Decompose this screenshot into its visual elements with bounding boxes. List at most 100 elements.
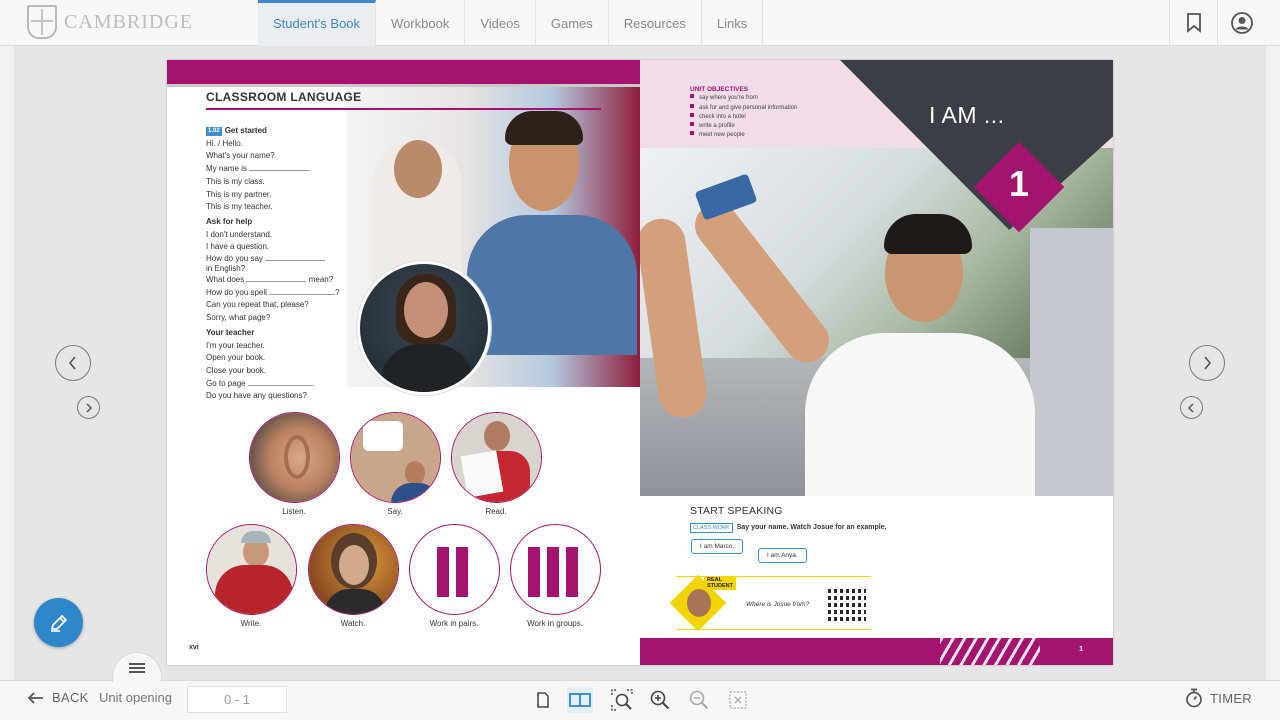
list-item: Hi. / Hello.: [206, 138, 243, 148]
zoom-area-icon: [611, 689, 633, 711]
previous-spread-small-button[interactable]: [1180, 396, 1203, 419]
user-account-button[interactable]: [1217, 0, 1265, 46]
list-item: How do you say in English?: [206, 254, 356, 274]
chevron-left-icon: [1187, 402, 1194, 413]
list-item: Go to page .: [206, 378, 315, 388]
chevron-right-icon: [1204, 356, 1212, 370]
tab-resources[interactable]: Resources: [609, 0, 702, 46]
read-photo-circle: [451, 412, 542, 503]
tab-links[interactable]: Links: [702, 0, 764, 46]
class-work-instruction: CLASS WORK Say your name. Watch Josue for…: [690, 523, 887, 533]
book-spread: CLASSROOM LANGUAGE 1.02 Get started Hi. /…: [167, 60, 1113, 665]
qr-code-icon[interactable]: [828, 586, 866, 624]
list-item: Open your book.: [206, 353, 266, 363]
tab-students-book[interactable]: Student's Book: [258, 0, 377, 46]
audio-track-icon[interactable]: 1.02: [206, 127, 222, 136]
list-item: What's your name?: [206, 151, 275, 161]
cambridge-logo[interactable]: CAMBRIDGE: [27, 5, 193, 39]
left-page: CLASSROOM LANGUAGE 1.02 Get started Hi. /…: [167, 60, 640, 665]
zoom-in-button[interactable]: [647, 687, 673, 713]
objective-item: ask for and give personal information: [690, 104, 797, 113]
single-page-view-button[interactable]: [530, 687, 556, 713]
page-number: 1: [1079, 646, 1083, 653]
top-bar: CAMBRIDGE Student's Book Workbook Videos…: [0, 0, 1280, 46]
activity-label: Say.: [387, 507, 403, 516]
bookmark-button[interactable]: [1169, 0, 1217, 46]
activity-label: Work in groups.: [527, 619, 583, 628]
blank-line: [247, 380, 312, 386]
blank-line: [265, 255, 326, 262]
work-in-pairs-circle: [409, 524, 500, 615]
activity-label: Watch.: [340, 619, 366, 628]
page-number: xvi: [189, 644, 199, 651]
fit-page-button[interactable]: [725, 687, 751, 713]
arrow-left-icon: [28, 691, 43, 704]
real-student-tag: REAL STUDENT: [704, 576, 736, 590]
speech-bubble: I am Marco.: [691, 539, 744, 554]
back-button[interactable]: BACK: [28, 690, 89, 705]
class-work-tag: CLASS WORK: [690, 523, 733, 533]
right-edge-strip: [1266, 46, 1280, 680]
section-heading: Your teacher: [206, 327, 255, 337]
blank-line: [269, 289, 336, 295]
list-item: I don't understand.: [206, 229, 273, 239]
double-page-icon: [569, 693, 591, 707]
start-speaking-heading: START SPEAKING: [690, 505, 783, 517]
list-item: My name is .: [206, 164, 312, 174]
list-item: Close your book.: [206, 365, 267, 375]
timer-label: TIMER: [1210, 690, 1252, 706]
person-icon: [437, 547, 449, 597]
footer-stripes: [940, 638, 1040, 665]
objectives-title: UNIT OBJECTIVES: [690, 86, 749, 93]
page-header-band: [167, 60, 640, 84]
unit-number: 1: [1008, 163, 1030, 204]
objective-item: say where you're from: [690, 94, 797, 103]
back-label: BACK: [52, 690, 89, 705]
pencil-icon: [50, 614, 67, 632]
page-number-input[interactable]: [187, 686, 287, 713]
unit-label: Unit opening: [99, 690, 172, 705]
single-page-icon: [537, 692, 549, 708]
list-item: I have a question.: [206, 242, 270, 252]
chevron-left-icon: [68, 356, 76, 370]
tab-workbook[interactable]: Workbook: [376, 0, 466, 46]
user-account-icon: [1230, 12, 1253, 34]
list-item: I'm your teacher.: [206, 340, 265, 350]
left-edge-strip: [0, 46, 14, 680]
objective-item: meet new people: [690, 131, 797, 140]
timer-button[interactable]: TIMER: [1185, 688, 1252, 708]
work-in-groups-circle: [510, 524, 601, 615]
hamburger-menu-icon: [129, 662, 145, 673]
objective-item: check into a hotel: [690, 113, 797, 122]
right-page: UNIT OBJECTIVES say where you're from as…: [640, 60, 1113, 665]
page-title: CLASSROOM LANGUAGE: [206, 90, 362, 104]
speech-bubble: I am Anya.: [758, 548, 807, 563]
objective-item: write a profile: [690, 122, 797, 131]
next-page-button[interactable]: [1189, 345, 1225, 381]
annotate-button[interactable]: [34, 598, 83, 647]
zoom-area-button[interactable]: [609, 687, 635, 713]
stopwatch-icon: [1186, 688, 1202, 708]
double-page-view-button[interactable]: [567, 687, 593, 713]
listen-photo-circle: [249, 412, 340, 503]
next-spread-small-button[interactable]: [77, 396, 100, 419]
table-of-contents-button[interactable]: [112, 652, 162, 682]
list-item: Sorry, what page?: [206, 313, 271, 323]
cambridge-shield-icon: [27, 5, 57, 39]
tab-games[interactable]: Games: [536, 0, 609, 46]
section-heading: 1.02 Get started: [206, 126, 267, 136]
list-item: This is my teacher.: [206, 202, 273, 212]
previous-page-button[interactable]: [55, 345, 91, 381]
blank-line: [246, 276, 307, 283]
zoom-in-icon: [650, 690, 670, 710]
zoom-out-button[interactable]: [686, 687, 712, 713]
activity-label: Listen.: [282, 507, 306, 516]
page-footer-band: 1: [640, 638, 1113, 665]
activity-label: Read.: [485, 507, 507, 516]
list-item: This is my partner.: [206, 189, 272, 199]
tab-videos[interactable]: Videos: [465, 0, 536, 46]
blank-line: [249, 165, 310, 172]
list-item: Do you have any questions?: [206, 391, 307, 401]
zoom-out-icon: [689, 690, 709, 710]
smiling-student-photo-figure: [467, 111, 637, 355]
